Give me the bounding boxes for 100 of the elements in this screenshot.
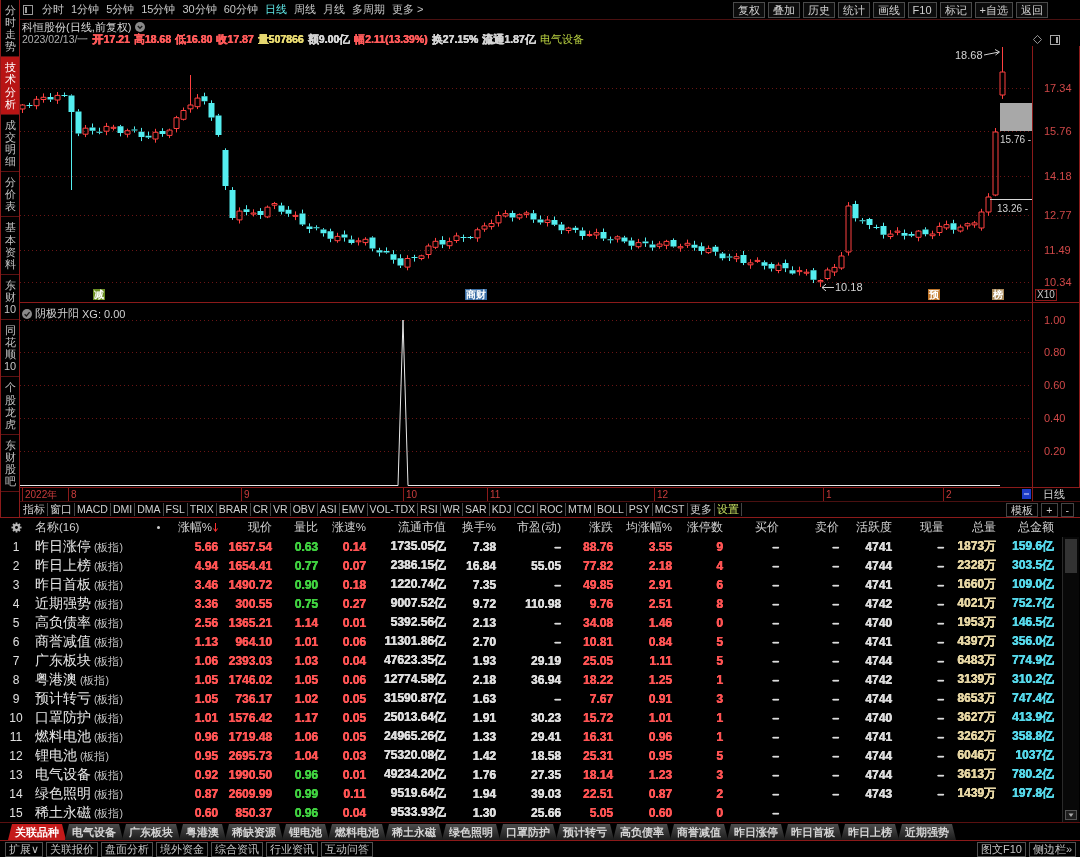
sector-name[interactable]: 商誉减值 [35,632,91,651]
period-tab[interactable]: 更多 > [392,2,424,17]
toolbar-button[interactable]: 画线 [872,1,905,18]
sector-tab[interactable]: 电气设备 [65,824,123,840]
sector-name[interactable]: 高负债率 [35,613,91,632]
indicator-tab[interactable]: EMV [339,503,368,516]
column-header[interactable]: 涨幅% [177,520,222,535]
period-tab[interactable]: 月线 [323,2,345,17]
sector-tab[interactable]: 商誉减值 [670,824,728,840]
indicator-tab[interactable]: FSL [163,503,188,516]
toolbar-button[interactable]: +自选 [974,1,1013,18]
signal-tag[interactable]: 减 [93,289,105,300]
sector-tab[interactable]: 稀缺资源 [225,824,283,840]
sector-tab[interactable]: 口罩防护 [499,824,557,840]
indicator-tab[interactable]: TRIX [187,503,217,516]
column-header[interactable]: 涨跌 [589,520,617,535]
toolbar-button[interactable]: 复权 [732,1,765,18]
period-tab[interactable]: 60分钟 [223,2,258,17]
sector-tab[interactable]: 绿色照明 [442,824,500,840]
sector-name[interactable]: 昨日首板 [35,575,91,594]
column-header[interactable]: 活跃度 [856,520,896,535]
sidebar-tab[interactable]: 技术分析 [1,57,19,115]
sector-tab[interactable]: 近期强势 [898,824,956,840]
sector-tab[interactable]: 预计转亏 [556,824,614,840]
indicator-tab[interactable]: CR [250,503,272,516]
sector-name[interactable]: 锂电池 [35,746,77,765]
indicator-tab[interactable]: BOLL [594,503,627,516]
period-tab[interactable]: 周线 [294,2,316,17]
footer-tab[interactable]: 行业资讯 [266,841,319,857]
indicator-tab[interactable]: 窗口 [48,503,75,516]
panel-toggle-icon[interactable] [23,4,33,15]
footer-tab[interactable]: 境外资金 [156,841,209,857]
period-tab[interactable]: 1分钟 [71,2,100,17]
toolbar-button[interactable]: 标记 [939,1,972,18]
sector-name[interactable]: 近期强势 [35,594,91,613]
signal-tag[interactable]: 预 [928,289,940,300]
scroll-down-icon[interactable] [1065,810,1077,820]
toolbar-button[interactable]: 历史 [802,1,835,18]
sector-name[interactable]: 预计转亏 [35,689,91,708]
sector-name[interactable]: 稀土永磁 [35,803,91,822]
column-header[interactable]: 涨停数 [687,520,727,535]
column-header[interactable]: 现价 [248,520,276,535]
sector-tab[interactable]: 关联品种 [8,824,66,840]
column-header[interactable]: 均涨幅% [625,520,676,535]
indicator-tab[interactable]: MACD [75,503,111,516]
indicator-tab[interactable]: DMA [135,503,164,516]
sector-tab[interactable]: 粤港澳 [179,824,226,840]
sector-tab[interactable]: 稀土永磁 [385,824,443,840]
panel-icon[interactable] [1050,34,1060,45]
toolbar-button[interactable]: 返回 [1016,1,1048,18]
indicator-tab[interactable]: ROC [537,503,566,516]
sector-tab[interactable]: 广东板块 [122,824,180,840]
column-header[interactable]: 现量 [920,520,948,535]
footer-tab[interactable]: 关联报价 [46,841,99,857]
footer-button[interactable]: 侧边栏» [1028,841,1076,857]
indicator-tab[interactable]: PSY [626,503,653,516]
sector-tab[interactable]: 昨日涨停 [727,824,785,840]
column-header[interactable]: 总金额 [1018,520,1058,535]
signal-tag[interactable]: 商财 [465,289,487,300]
check-circle-icon[interactable] [22,308,32,319]
sidebar-tab[interactable]: 基本资料 [1,217,19,275]
indicator-tab[interactable]: VOL-TDX [367,503,419,516]
toolbar-button[interactable]: 叠加 [767,1,800,18]
toolbar-button[interactable]: F10 [907,1,937,18]
indicator-tab[interactable]: 指标 [21,503,48,516]
sidebar-tab[interactable]: 同花顺10 [1,320,19,378]
diamond-icon[interactable] [1033,35,1042,44]
period-tab[interactable]: 分时 [42,2,64,17]
panel-button[interactable]: + [1041,502,1058,517]
period-tab[interactable]: 5分钟 [106,2,135,17]
sidebar-tab[interactable]: 成交明细 [1,114,19,173]
sidebar-tab[interactable]: 个股龙虎 [1,377,19,435]
indicator-tab[interactable]: OBV [290,503,318,516]
period-tab[interactable]: 日线 [265,2,287,17]
sidebar-tab[interactable]: 分价表 [1,172,19,218]
sector-name[interactable]: 口罩防护 [35,708,91,727]
sector-name[interactable]: 昨日上榜 [35,556,91,575]
sector-tab[interactable]: 高负债率 [613,824,671,840]
range-handle-icon[interactable] [1022,489,1031,499]
toolbar-button[interactable]: 统计 [837,1,870,18]
dropdown-icon[interactable] [135,22,146,32]
period-tab[interactable]: 30分钟 [182,2,217,17]
indicator-tab[interactable]: RSI [418,503,441,516]
indicator-tab[interactable]: WR [440,503,464,516]
indicator-tab[interactable]: ASI [317,503,340,516]
scrollbar-thumb[interactable] [1065,539,1077,573]
indicator-tab[interactable]: MCST [652,503,688,516]
scrollbar-track[interactable] [1062,537,1079,822]
indicator-tab[interactable]: CCI [514,503,538,516]
column-header[interactable]: 涨速% [331,520,370,535]
column-header[interactable]: 总量 [972,520,1000,535]
period-tab[interactable]: 15分钟 [141,2,176,17]
sector-name[interactable]: 绿色照明 [35,784,91,803]
sector-name[interactable]: 广东板块 [35,651,91,670]
indicator-tab[interactable]: BRAR [216,503,251,516]
sector-tab[interactable]: 锂电池 [282,824,329,840]
footer-tab[interactable]: 综合资讯 [211,841,264,857]
scale-button[interactable]: X10 [1035,289,1057,301]
footer-tab[interactable]: 扩展∨ [5,841,44,857]
indicator-tab[interactable]: KDJ [489,503,515,516]
